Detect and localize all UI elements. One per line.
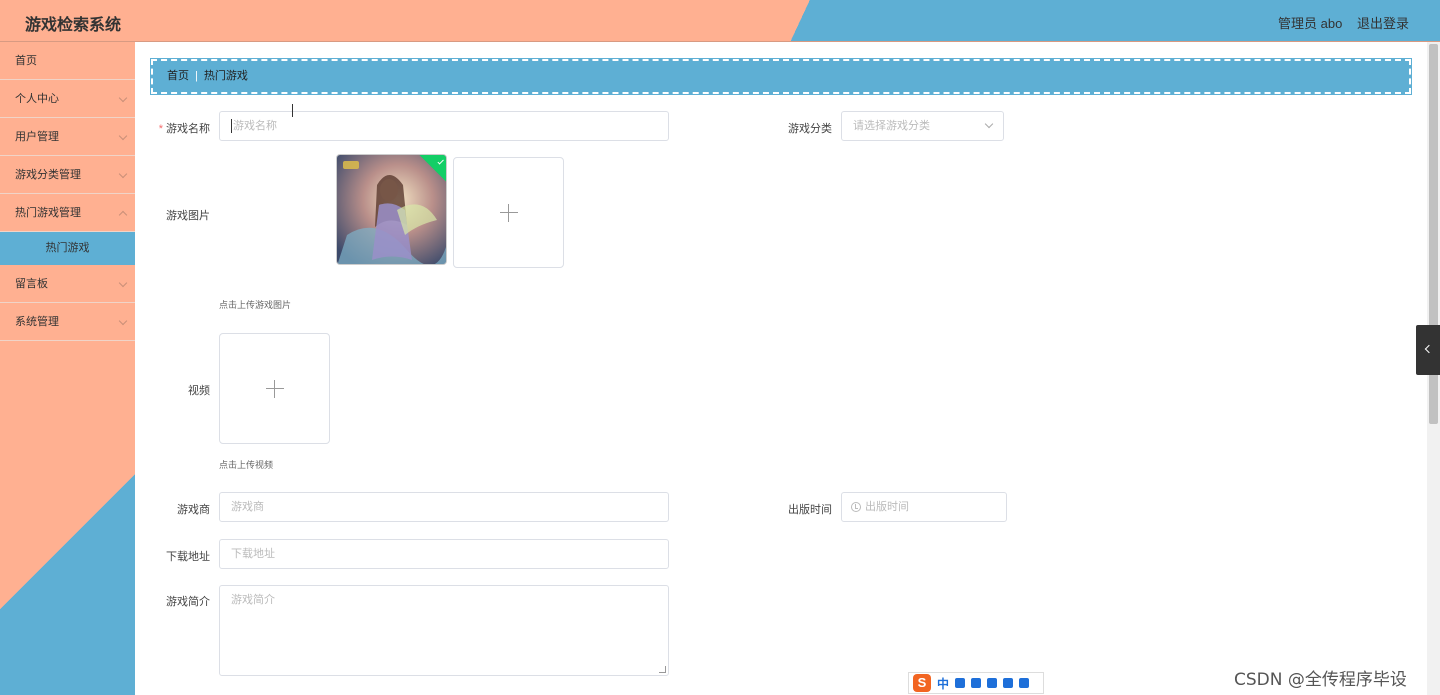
user-name: 管理员 abo (1278, 16, 1343, 31)
chevron-down-icon (118, 169, 128, 179)
top-header: 游戏检索系统 管理员 abo 退出登录 (0, 0, 1440, 42)
required-asterisk: * (158, 123, 163, 135)
punctuation-icon[interactable] (955, 678, 966, 688)
download-url-label: 下载地址 (166, 551, 210, 563)
release-date-placeholder: 出版时间 (865, 501, 909, 513)
app-title: 游戏检索系统 (25, 17, 122, 34)
check-icon (437, 158, 444, 165)
clock-icon (851, 502, 861, 512)
video-label: 视频 (188, 385, 210, 397)
plus-icon (265, 379, 284, 398)
toolbox-icon[interactable] (1019, 678, 1030, 688)
chevron-left-icon (1424, 344, 1434, 354)
game-name-label-text: 游戏名称 (166, 123, 210, 135)
chevron-down-icon (118, 278, 128, 288)
download-url-input[interactable]: 下载地址 (219, 539, 669, 569)
video-upload-button[interactable] (219, 333, 330, 444)
resize-handle-icon[interactable] (659, 666, 666, 673)
game-artwork-image (337, 155, 446, 264)
game-name-label: * 游戏名称 (130, 120, 210, 136)
text-caret (231, 119, 232, 133)
intro-label: 游戏简介 (166, 596, 210, 608)
chevron-up-icon (118, 210, 128, 220)
breadcrumb-home[interactable]: 首页 (167, 70, 189, 82)
developer-placeholder: 游戏商 (231, 501, 264, 513)
sidebar-item-user-management[interactable]: 用户管理 (0, 118, 135, 156)
sidebar-item-label: 用户管理 (15, 131, 59, 143)
microphone-icon[interactable] (971, 678, 982, 688)
game-image-thumbnail[interactable] (336, 154, 447, 265)
video-upload-hint: 点击上传视频 (219, 460, 274, 470)
sidebar-item-personal-center[interactable]: 个人中心 (0, 80, 135, 118)
sidebar-item-hot-game-management[interactable]: 热门游戏管理 (0, 194, 135, 232)
release-date-label: 出版时间 (788, 504, 832, 516)
release-date-picker[interactable]: 出版时间 (841, 492, 1007, 522)
game-category-placeholder: 请选择游戏分类 (853, 120, 930, 132)
chevron-down-icon (118, 93, 128, 103)
ime-language-indicator[interactable]: 中 (937, 675, 949, 692)
intro-textarea[interactable]: 游戏简介 (219, 585, 669, 676)
chevron-down-icon (984, 119, 994, 129)
chevron-down-icon (118, 316, 128, 326)
sidebar-item-system-management[interactable]: 系统管理 (0, 303, 135, 341)
text-cursor-icon (292, 104, 298, 117)
breadcrumb: 首页 | 热门游戏 (150, 58, 1412, 95)
game-category-select[interactable]: 请选择游戏分类 (841, 111, 1004, 141)
ime-toolbar[interactable]: S 中 (908, 672, 1044, 694)
sidebar-item-label: 留言板 (15, 278, 48, 290)
sidebar-item-label: 游戏分类管理 (15, 169, 81, 181)
sidebar: 首页 个人中心 用户管理 游戏分类管理 热门游戏管理 热门游戏 留言板 系统管理 (0, 42, 135, 695)
developer-input[interactable]: 游戏商 (219, 492, 669, 522)
sidebar-item-label: 系统管理 (15, 316, 59, 328)
watermark: CSDN @全传程序毕设 (1234, 670, 1407, 690)
side-collapse-tab[interactable] (1416, 325, 1440, 375)
chevron-down-icon (118, 131, 128, 141)
image-upload-button[interactable] (453, 157, 564, 268)
developer-label: 游戏商 (177, 504, 210, 516)
ime-logo-icon: S (913, 674, 931, 692)
sidebar-item-game-category[interactable]: 游戏分类管理 (0, 156, 135, 194)
game-image-label: 游戏图片 (166, 210, 210, 222)
breadcrumb-current: 热门游戏 (203, 70, 248, 82)
sidebar-item-home[interactable]: 首页 (0, 42, 135, 80)
game-category-label: 游戏分类 (788, 123, 832, 135)
intro-placeholder: 游戏简介 (231, 594, 275, 606)
sidebar-subitem-hot-games[interactable]: 热门游戏 (0, 232, 135, 265)
image-upload-hint: 点击上传游戏图片 (219, 300, 292, 310)
logout-link[interactable]: 退出登录 (1357, 13, 1409, 32)
game-name-placeholder: 游戏名称 (233, 120, 277, 132)
keyboard-icon[interactable] (987, 678, 998, 688)
sidebar-item-label: 个人中心 (15, 93, 59, 105)
plus-icon (499, 203, 518, 222)
sidebar-item-label: 热门游戏管理 (15, 207, 81, 219)
main-content: 首页|热门游戏 *游戏名称 游戏名称 游戏分类 请选择游戏分类 游戏图片 (135, 42, 1427, 695)
breadcrumb-separator: | (195, 70, 198, 82)
skin-icon[interactable] (1003, 678, 1014, 688)
game-name-input[interactable]: 游戏名称 (219, 111, 669, 141)
download-url-placeholder: 下载地址 (231, 548, 275, 560)
sidebar-item-message-board[interactable]: 留言板 (0, 265, 135, 303)
sidebar-item-label: 首页 (15, 55, 37, 67)
